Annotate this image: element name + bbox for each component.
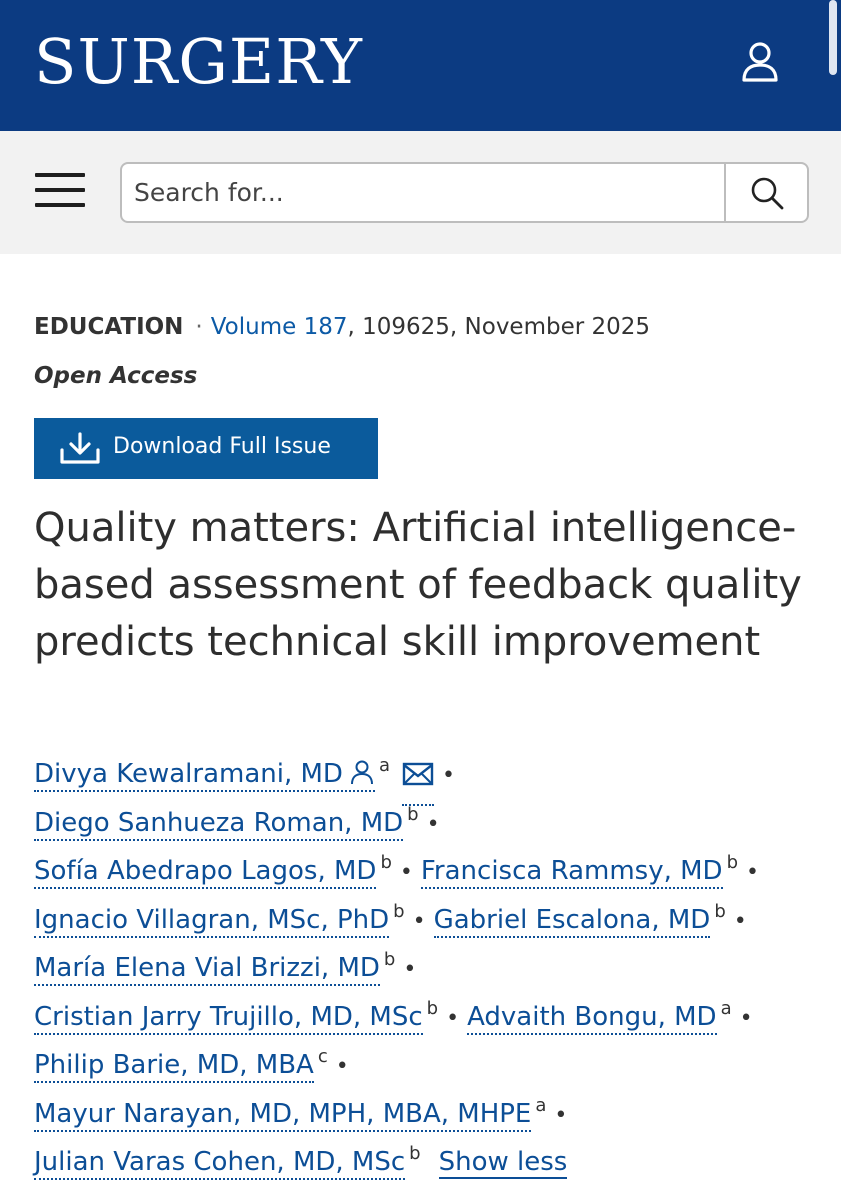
article-title: Quality matters: Artificial intelligence…	[34, 505, 802, 665]
user-account-button[interactable]	[734, 38, 786, 86]
author-line: Sofía Abedrapo Lagos, MD b • Francisca Ramm…	[34, 839, 829, 889]
author-line: María Elena Vial Brizzi, MD b •	[34, 936, 829, 986]
affiliation-marker: a	[720, 997, 732, 1019]
download-icon	[60, 432, 100, 464]
volume-link[interactable]: Volume 187	[211, 314, 348, 340]
show-less-link[interactable]: Show less	[438, 1147, 568, 1179]
affiliation-marker: a	[378, 755, 390, 776]
user-icon	[742, 42, 778, 82]
affiliation-marker: b	[407, 803, 419, 825]
author-name: Divya Kewalramani, MD	[34, 759, 343, 789]
affiliation-marker: b	[380, 852, 392, 873]
author-separator: •	[426, 811, 440, 837]
author-line: Julian Varas Cohen, MD, MSc b Show less	[34, 1130, 829, 1180]
author-separator: •	[746, 860, 759, 885]
search-icon	[751, 177, 783, 209]
hamburger-menu-button[interactable]	[33, 170, 87, 214]
section-label: EDUCATION	[34, 314, 184, 340]
author-line: Philip Barie, MD, MBA c •	[34, 1033, 829, 1083]
page-scrollbar[interactable]	[829, 0, 837, 75]
author-separator: •	[446, 1005, 460, 1031]
author-link[interactable]: María Elena Vial Brizzi, MD	[34, 953, 380, 986]
affiliation-marker: b	[714, 900, 726, 922]
author-line: Cristian Jarry Trujillo, MD, MSc b • Advait…	[34, 985, 829, 1035]
affiliation-marker: b	[409, 1143, 421, 1164]
meta-separator: ·	[195, 314, 203, 340]
author-link[interactable]: Advaith Bongu, MD	[467, 1001, 717, 1035]
author-link[interactable]: Cristian Jarry Trujillo, MD, MSc	[34, 1001, 423, 1035]
author-link[interactable]: Divya Kewalramani, MD	[34, 759, 375, 792]
author-separator: •	[335, 1054, 349, 1079]
affiliation-marker: a	[535, 1094, 547, 1116]
author-link[interactable]: Sofía Abedrapo Lagos, MD	[34, 856, 377, 889]
author-separator: •	[399, 860, 413, 885]
affiliation-marker: b	[393, 900, 405, 922]
author-link[interactable]: Julian Varas Cohen, MD, MSc	[34, 1147, 406, 1180]
site-logo[interactable]: SURGERY	[34, 30, 363, 94]
author-separator: •	[733, 908, 747, 934]
hamburger-menu-icon	[35, 203, 85, 207]
author-link[interactable]: Diego Sanhueza Roman, MD	[34, 807, 404, 841]
author-link[interactable]: Philip Barie, MD, MBA	[34, 1050, 314, 1083]
affiliation-marker: c	[317, 1046, 328, 1067]
author-link[interactable]: Gabriel Escalona, MD	[433, 904, 711, 938]
author-list: Divya Kewalramani, MD a • Diego Sanhueza R…	[34, 742, 829, 1180]
corresponding-author-icon	[350, 760, 373, 785]
author-separator: •	[412, 908, 426, 934]
author-separator: •	[441, 763, 455, 788]
article-meta: EDUCATION · Volume 187, 109625, November 2…	[34, 312, 650, 342]
open-access-label: Open Access	[34, 363, 198, 389]
author-line: Mayur Narayan, MD, MPH, MBA, MHPE a •	[34, 1082, 829, 1132]
hamburger-menu-icon	[35, 188, 85, 192]
download-button-label: Download Full Issue	[113, 434, 331, 459]
affiliation-marker: b	[383, 949, 396, 970]
affiliation-marker: b	[726, 852, 739, 873]
search-box	[120, 162, 809, 223]
download-full-issue-button[interactable]: Download Full Issue	[34, 418, 378, 479]
author-line: Diego Sanhueza Roman, MD b •	[34, 791, 829, 841]
search-input[interactable]	[122, 164, 724, 221]
mail-icon	[402, 762, 434, 786]
affiliation-marker: b	[426, 997, 439, 1019]
hamburger-menu-icon	[35, 173, 85, 177]
author-link[interactable]: Ignacio Villagran, MSc, PhD	[34, 904, 390, 938]
author-link[interactable]: Mayur Narayan, MD, MPH, MBA, MHPE	[34, 1098, 532, 1132]
search-button[interactable]	[726, 164, 807, 221]
site-header: SURGERY	[0, 0, 841, 131]
author-line: Divya Kewalramani, MD a •	[34, 742, 829, 806]
author-line: Ignacio Villagran, MSc, PhD b • Gabriel Esc…	[34, 888, 829, 938]
author-link[interactable]: Francisca Rammsy, MD	[420, 856, 723, 889]
author-separator: •	[739, 1005, 753, 1031]
issue-details: , 109625, November 2025	[347, 314, 651, 340]
author-separator: •	[403, 957, 417, 982]
author-separator: •	[554, 1102, 568, 1128]
